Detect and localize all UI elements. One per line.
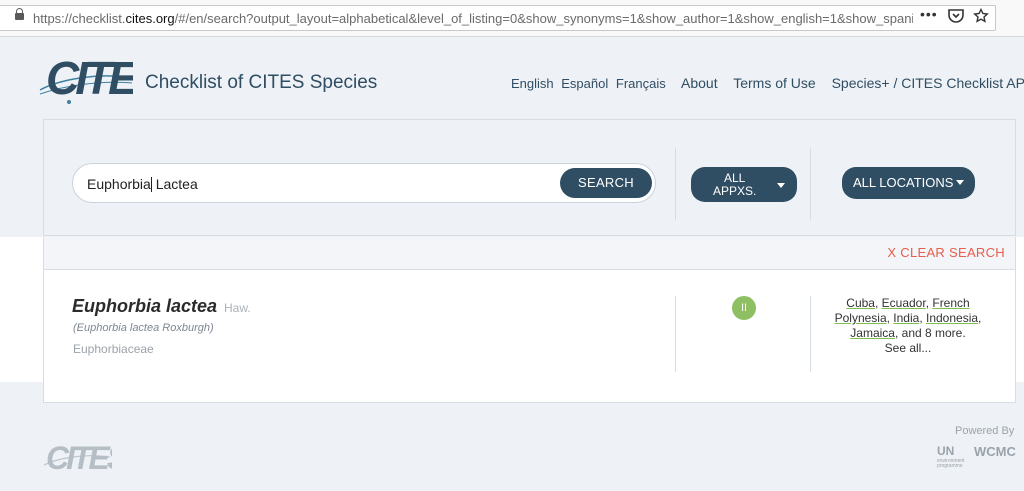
nav-api[interactable]: Species+ / CITES Checklist API bbox=[832, 75, 1024, 91]
un-environment-logo: UN bbox=[937, 444, 955, 458]
lang-espanol[interactable]: Español bbox=[561, 76, 608, 91]
search-input[interactable]: Euphorbia Lactea SEARCH bbox=[72, 163, 656, 203]
nav-terms[interactable]: Terms of Use bbox=[733, 75, 815, 91]
appx-line1: ALL bbox=[724, 171, 746, 185]
wcmc-logo: WCMC bbox=[974, 444, 1016, 459]
location-link[interactable]: Polynesia bbox=[835, 311, 887, 325]
cites-logo[interactable]: CITES bbox=[38, 50, 170, 108]
location-link[interactable]: Ecuador bbox=[882, 296, 926, 310]
language-switcher: English Español Français bbox=[511, 76, 670, 91]
locations-dropdown[interactable]: ALL LOCATIONS bbox=[842, 167, 975, 199]
search-button[interactable]: SEARCH bbox=[560, 168, 652, 198]
divider bbox=[810, 148, 811, 220]
powered-by-label: Powered By bbox=[955, 425, 1015, 437]
more-actions-icon[interactable]: ••• bbox=[920, 6, 938, 22]
lang-francais[interactable]: Français bbox=[616, 76, 666, 91]
species-author: Haw. bbox=[224, 301, 251, 315]
divider bbox=[810, 296, 811, 372]
appx-line2: APPXS. bbox=[713, 184, 757, 198]
divider bbox=[675, 148, 676, 220]
see-all-link[interactable]: See all... bbox=[885, 341, 932, 355]
url-text[interactable]: https://checklist.cites.org/#/en/search?… bbox=[33, 11, 913, 26]
species-name[interactable]: Euphorbia lactea bbox=[72, 296, 217, 317]
site-title[interactable]: Checklist of CITES Species bbox=[145, 72, 377, 94]
browser-toolbar: https://checklist.cites.org/#/en/search?… bbox=[0, 0, 1024, 37]
divider bbox=[675, 296, 676, 372]
bookmark-star-icon[interactable] bbox=[973, 7, 989, 27]
top-nav: About Terms of Use Species+ / CITES Chec… bbox=[681, 75, 1024, 91]
pocket-icon[interactable] bbox=[948, 9, 964, 26]
footer-logo-text: CITES bbox=[46, 440, 112, 476]
chevron-down-icon bbox=[777, 183, 785, 188]
lang-english[interactable]: English bbox=[511, 76, 554, 91]
search-value[interactable]: Euphorbia Lactea bbox=[87, 176, 198, 194]
clear-bar: X CLEAR SEARCH bbox=[43, 237, 1016, 270]
lock-icon bbox=[15, 8, 24, 20]
clear-search-link[interactable]: X CLEAR SEARCH bbox=[887, 245, 1005, 260]
chevron-down-icon bbox=[956, 180, 964, 185]
address-bar[interactable]: https://checklist.cites.org/#/en/search?… bbox=[0, 5, 996, 31]
distribution-list: Cuba, Ecuador, French Polynesia, India, … bbox=[834, 296, 982, 355]
footer-cites-logo: CITES bbox=[42, 437, 132, 477]
species-family: Euphorbiaceae bbox=[73, 342, 154, 356]
species-synonym: (Euphorbia lactea Roxburgh) bbox=[73, 322, 214, 334]
logo-text: CITES bbox=[46, 52, 133, 104]
un-environment-sub: environment programme bbox=[937, 458, 965, 469]
location-link[interactable]: Indonesia bbox=[926, 311, 978, 325]
location-link[interactable]: India bbox=[893, 311, 919, 325]
location-link[interactable]: French bbox=[932, 296, 969, 310]
appendix-badge[interactable]: II bbox=[732, 296, 756, 320]
locations-label: ALL LOCATIONS bbox=[853, 175, 954, 190]
more-count: , and 8 more. bbox=[894, 326, 966, 340]
nav-about[interactable]: About bbox=[681, 75, 718, 91]
location-link[interactable]: Jamaica bbox=[850, 326, 895, 340]
location-link[interactable]: Cuba bbox=[846, 296, 875, 310]
appendices-dropdown[interactable]: ALL APPXS. bbox=[691, 167, 797, 202]
